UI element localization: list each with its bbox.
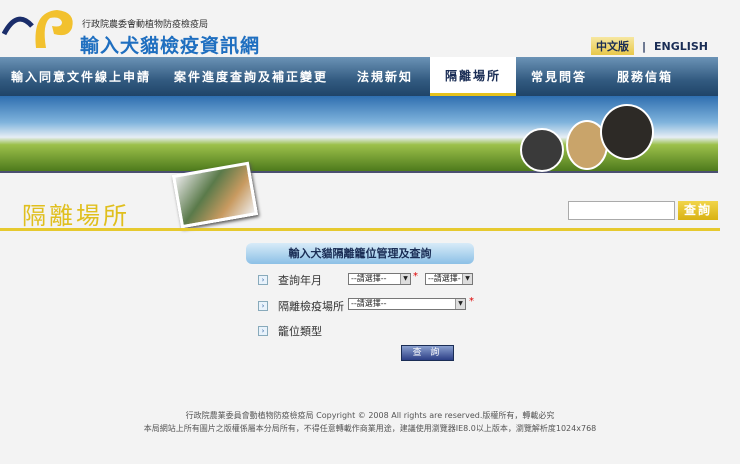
footer-notice: 本局網站上所有圖片之版權係屬本分局所有，不得任意轉載作商業用途，建議使用瀏覽器I…: [143, 424, 597, 433]
query-button[interactable]: 查 詢: [401, 345, 454, 361]
title-divider: [0, 228, 720, 231]
facility-label: 隔離檢疫場所: [278, 300, 344, 313]
facility-select-value: --請選擇--: [351, 299, 387, 308]
main-nav: 輸入同意文件線上申請 案件進度查詢及補正變更 法規新知 隔離場所 常見問答 服務…: [0, 57, 718, 96]
site-title[interactable]: 輸入犬貓檢疫資訊網: [80, 31, 260, 58]
nav-case-progress[interactable]: 案件進度查詢及補正變更: [162, 57, 340, 96]
page-title: 隔離場所: [22, 202, 130, 230]
lang-chinese-link[interactable]: 中文版: [590, 37, 634, 55]
agency-name: 行政院農委會動植物防疫檢疫局: [82, 20, 209, 30]
year-select-value: --請選擇--: [351, 274, 387, 283]
required-mark: *: [413, 271, 418, 282]
lang-english-link[interactable]: ENGLISH: [654, 40, 708, 53]
agency-logo: [2, 10, 73, 48]
nav-service-mailbox[interactable]: 服務信箱: [602, 57, 688, 96]
month-select[interactable]: --請選擇- ▼: [425, 273, 473, 285]
chevron-down-icon: ▼: [462, 274, 472, 284]
banner-image: [0, 96, 718, 173]
bullet-arrow-icon: ›: [258, 301, 268, 311]
nav-online-application[interactable]: 輸入同意文件線上申請: [0, 57, 162, 96]
dog-image: [520, 128, 564, 172]
site-search-input[interactable]: [568, 201, 675, 220]
required-mark: *: [469, 296, 474, 307]
language-switch: 中文版 | ENGLISH: [590, 37, 708, 55]
nav-regulations[interactable]: 法規新知: [340, 57, 430, 96]
footer-copyright: 行政院農業委員會動植物防疫檢疫局 Copyright © 2008 All ri…: [185, 411, 555, 420]
year-select[interactable]: --請選擇-- ▼: [348, 273, 411, 285]
year-month-label: 查詢年月: [278, 274, 322, 287]
year-month-row: › 查詢年月: [258, 272, 322, 288]
form-title: 輸入犬貓隔離籠位管理及查詢: [246, 243, 474, 264]
nav-quarantine-facilities[interactable]: 隔離場所: [430, 57, 516, 96]
site-search-button[interactable]: 查詢: [678, 201, 718, 220]
lang-separator: |: [641, 39, 647, 53]
facility-select[interactable]: --請選擇-- ▼: [348, 298, 466, 310]
chevron-down-icon: ▼: [400, 274, 410, 284]
chevron-down-icon: ▼: [455, 299, 465, 309]
bullet-arrow-icon: ›: [258, 275, 268, 285]
dog-image: [600, 104, 654, 160]
cage-type-label: 籠位類型: [278, 325, 322, 338]
bullet-arrow-icon: ›: [258, 326, 268, 336]
month-select-value: --請選擇-: [428, 274, 461, 283]
nav-faq[interactable]: 常見問答: [516, 57, 602, 96]
facility-row: › 隔離檢疫場所: [258, 298, 344, 314]
cage-type-row: › 籠位類型: [258, 323, 322, 339]
